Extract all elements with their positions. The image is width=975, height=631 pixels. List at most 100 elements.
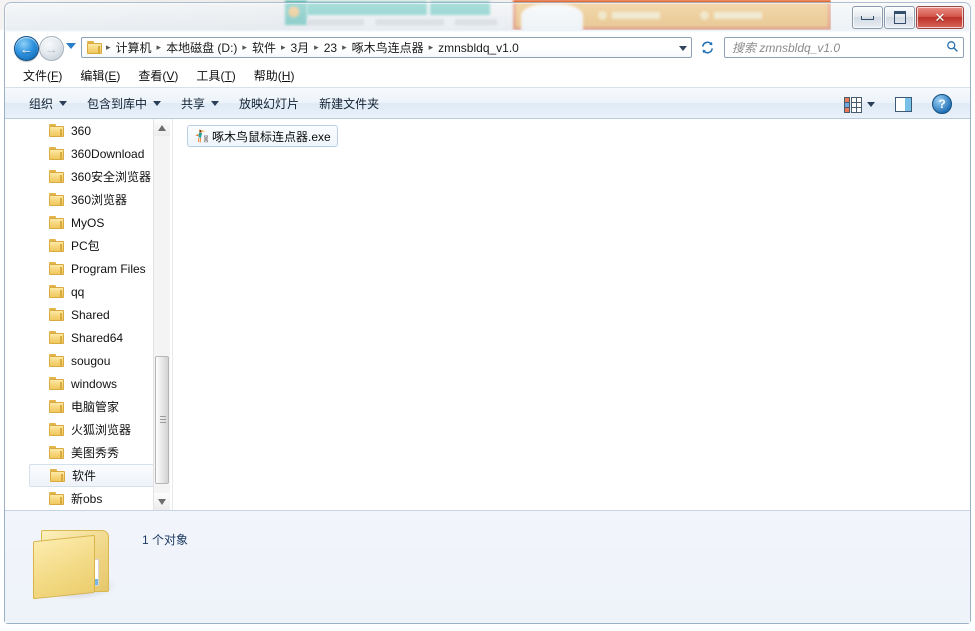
tree-item-myos[interactable]: MyOS	[5, 211, 155, 234]
help-icon: ?	[932, 94, 952, 114]
chevron-down-icon	[59, 100, 68, 106]
scroll-up-button[interactable]	[154, 119, 170, 136]
menu-file-accel: F	[51, 68, 59, 83]
menu-file[interactable]: 文件(F)	[14, 64, 71, 87]
command-toolbar: 组织 包含到库中 共享 放映幻灯片 新建文件夹 ?	[5, 87, 970, 119]
tree-item-360[interactable]: 360	[5, 119, 155, 142]
tree-item-qq[interactable]: qq	[5, 280, 155, 303]
tree-item-sougou[interactable]: sougou	[5, 349, 155, 372]
toolbar-organize[interactable]: 组织	[19, 91, 77, 116]
forward-button[interactable]: →	[39, 36, 64, 61]
menu-view-accel: V	[166, 68, 175, 83]
menu-tools[interactable]: 工具(T)	[187, 64, 244, 87]
tree-item-label: 360浏览器	[71, 193, 128, 207]
toolbar-right-group: ?	[834, 88, 962, 120]
title-bar[interactable]: ✕	[4, 2, 971, 32]
folder-icon	[49, 423, 64, 436]
list-item[interactable]: 啄木鸟鼠标连点器.exe	[187, 125, 338, 147]
scrollbar-thumb[interactable]	[155, 356, 169, 484]
tree-item-label: Shared64	[71, 330, 124, 345]
refresh-button[interactable]	[695, 37, 719, 58]
tree-item-new-obs[interactable]: 新obs	[5, 487, 155, 510]
tree-item-label: qq	[71, 284, 85, 299]
minimize-icon	[861, 15, 874, 20]
breadcrumb-item-march[interactable]: 3月	[287, 39, 312, 56]
menu-view[interactable]: 查看(V)	[129, 64, 187, 87]
tree-item-360download[interactable]: 360Download	[5, 142, 155, 165]
breadcrumb-separator: ▸	[156, 42, 162, 52]
tree-item-label: Program Files	[71, 261, 146, 276]
tree-item-shared64[interactable]: Shared64	[5, 326, 155, 349]
tree-item-label: 360安全浏览器	[71, 170, 152, 184]
navigation-pane-scrollbar[interactable]	[153, 119, 170, 510]
breadcrumb-item-drive-d[interactable]: 本地磁盘 (D:)	[163, 39, 240, 56]
tree-item-360-browser[interactable]: 360浏览器	[5, 188, 155, 211]
breadcrumb-separator: ▸	[314, 42, 319, 52]
toolbar-share-label: 共享	[181, 96, 206, 111]
breadcrumb-item-23[interactable]: 23	[321, 41, 340, 55]
tree-item-label: windows	[71, 376, 118, 391]
tree-item-label: MyOS	[71, 215, 105, 230]
folder-icon	[49, 124, 64, 137]
breadcrumb-item-software[interactable]: 软件	[249, 39, 279, 56]
folder-icon	[49, 193, 64, 206]
tree-item-firefox[interactable]: 火狐浏览器	[5, 418, 155, 441]
toolbar-new-folder[interactable]: 新建文件夹	[309, 91, 389, 116]
menu-edit-label: 编辑	[80, 68, 105, 83]
help-button[interactable]: ?	[922, 90, 962, 118]
tree-item-windows[interactable]: windows	[5, 372, 155, 395]
recent-pages-dropdown[interactable]	[66, 43, 76, 49]
menu-help[interactable]: 帮助(H)	[245, 64, 304, 87]
tree-item-label: 360Download	[71, 146, 145, 161]
address-bar[interactable]: ▸ 计算机 ▸ 本地磁盘 (D:) ▸ 软件 ▸ 3月 ▸ 23 ▸ 啄木鸟连点…	[81, 37, 692, 58]
large-folder-icon	[33, 526, 117, 600]
tree-item-software[interactable]: 软件	[29, 464, 154, 487]
folder-icon	[49, 147, 64, 160]
folder-icon	[49, 331, 64, 344]
toolbar-organize-label: 组织	[29, 96, 54, 111]
folder-icon	[49, 308, 64, 321]
file-list-pane[interactable]: 啄木鸟鼠标连点器.exe	[175, 119, 970, 510]
toolbar-slideshow[interactable]: 放映幻灯片	[229, 91, 309, 116]
search-box[interactable]: 搜索 zmnsbldq_v1.0	[724, 37, 964, 58]
tree-item-360-safe-browser[interactable]: 360安全浏览器	[5, 165, 155, 188]
tree-item-pc-package[interactable]: PC包	[5, 234, 155, 257]
toolbar-share[interactable]: 共享	[171, 91, 229, 116]
folder-icon	[87, 41, 102, 54]
toolbar-include-in-library-label: 包含到库中	[87, 96, 148, 111]
address-dropdown-icon[interactable]	[679, 46, 687, 51]
breadcrumb-separator: ▸	[342, 42, 347, 52]
minimize-button[interactable]	[852, 6, 883, 29]
folder-icon	[49, 446, 64, 459]
content-area: 360 360Download 360安全浏览器 360浏览器 MyOS PC包…	[5, 119, 970, 510]
search-input[interactable]: 搜索 zmnsbldq_v1.0	[725, 39, 941, 56]
chevron-up-icon	[158, 124, 166, 131]
folder-icon	[49, 377, 64, 390]
menu-edit[interactable]: 编辑(E)	[71, 64, 129, 87]
tree-item-label: Shared	[71, 307, 110, 322]
chevron-down-icon	[211, 100, 220, 106]
breadcrumb-item-computer[interactable]: 计算机	[113, 39, 155, 56]
menu-bar: 文件(F) 编辑(E) 查看(V) 工具(T) 帮助(H)	[5, 63, 970, 87]
back-button[interactable]: ←	[14, 36, 39, 61]
status-item-count: 1 个对象	[142, 533, 189, 547]
tree-item-label: 新obs	[71, 492, 103, 506]
tree-item-label: 软件	[72, 469, 97, 483]
breadcrumb-item-clicker[interactable]: 啄木鸟连点器	[349, 39, 427, 56]
preview-pane-button[interactable]	[885, 93, 922, 116]
chevron-down-icon	[153, 100, 162, 106]
close-button[interactable]: ✕	[916, 6, 964, 29]
tree-item-meitu[interactable]: 美图秀秀	[5, 441, 155, 464]
tree-item-program-files[interactable]: Program Files	[5, 257, 155, 280]
tree-item-pc-manager[interactable]: 电脑管家	[5, 395, 155, 418]
tree-item-shared[interactable]: Shared	[5, 303, 155, 326]
toolbar-include-in-library[interactable]: 包含到库中	[77, 91, 171, 116]
scroll-down-button[interactable]	[154, 493, 170, 510]
menu-tools-accel: T	[224, 68, 232, 83]
maximize-button[interactable]	[884, 6, 915, 29]
navigation-pane[interactable]: 360 360Download 360安全浏览器 360浏览器 MyOS PC包…	[5, 119, 172, 510]
folder-icon	[49, 262, 64, 275]
breadcrumb-item-current[interactable]: zmnsbldq_v1.0	[435, 41, 522, 55]
view-options-button[interactable]	[834, 93, 885, 115]
file-name: 啄木鸟鼠标连点器.exe	[212, 129, 331, 144]
